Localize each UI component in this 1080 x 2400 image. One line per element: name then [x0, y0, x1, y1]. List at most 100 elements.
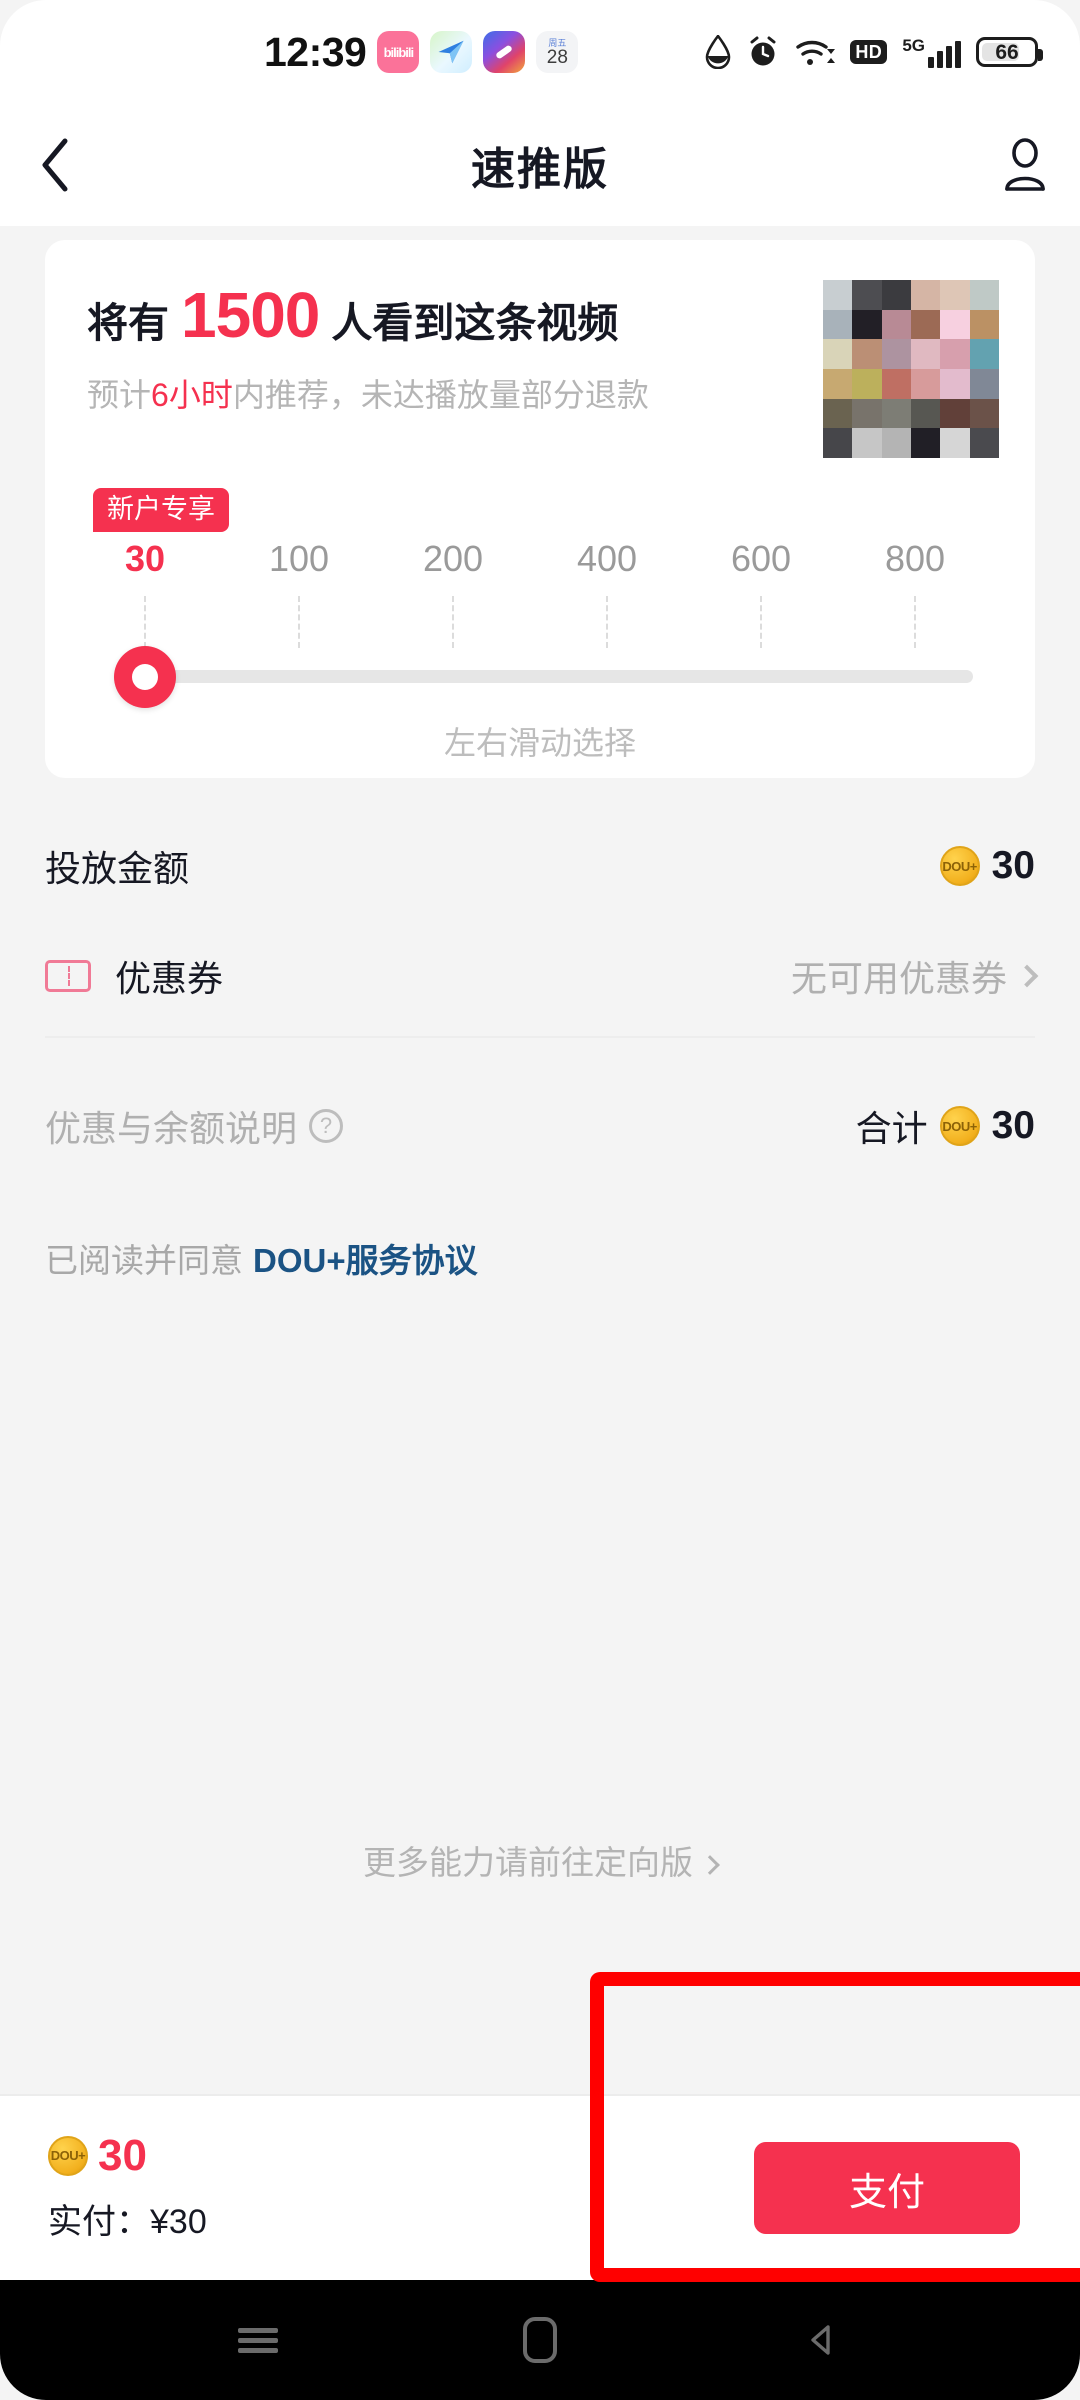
- slider-tick-800[interactable]: 800: [885, 538, 945, 580]
- chevron-right-icon: [1015, 964, 1039, 988]
- status-bar-left: 12:39 bilibili 周五 28: [264, 28, 579, 76]
- slider-tick-mark: [144, 596, 146, 648]
- thumbnail-pixel: [823, 309, 853, 340]
- coupon-value: 无可用优惠券: [790, 958, 1007, 999]
- back-button[interactable]: [0, 104, 110, 226]
- agreement-link[interactable]: DOU+服务协议: [253, 1242, 478, 1279]
- battery-icon: 66: [976, 37, 1043, 67]
- recents-button[interactable]: [230, 2312, 286, 2368]
- slider-tick-mark: [298, 596, 300, 648]
- main-content: 将有 1500 人看到这条视频 预计6小时内推荐，未达播放量部分退款 新户专享 …: [0, 226, 1080, 2214]
- gradient-app-icon: [483, 31, 526, 73]
- thumbnail-pixel: [969, 398, 999, 429]
- pay-summary: DOU+ 30 实付：¥30: [48, 2130, 207, 2243]
- pay-bar: DOU+ 30 实付：¥30 支付: [0, 2094, 1080, 2280]
- slider-tick-label: 800: [884, 538, 946, 579]
- thumbnail-pixel: [881, 428, 911, 458]
- calendar-day: 28: [546, 46, 568, 68]
- explain-total-row: 优惠与余额说明 ? 合计 DOU+ 30: [45, 1078, 1035, 1174]
- slider-hint: 左右滑动选择: [443, 725, 636, 761]
- battery-percent-label: 66: [995, 40, 1019, 64]
- thumbnail-pixel: [911, 398, 941, 429]
- paper-plane-app-icon: [430, 31, 473, 73]
- profile-button[interactable]: [970, 104, 1080, 226]
- android-nav-bar: [0, 2280, 1080, 2400]
- row-divider: [45, 1036, 1035, 1038]
- page-title: 速推版: [471, 145, 609, 194]
- spend-amount-value-group: DOU+ 30: [939, 844, 1035, 888]
- thumbnail-pixel: [940, 428, 970, 458]
- back-triangle-icon: [811, 2325, 830, 2355]
- status-bar-clock: 12:39: [264, 28, 367, 75]
- dou-plus-coin-icon: DOU+: [939, 1106, 980, 1146]
- reach-headline-suffix: 人看到这条视频: [331, 300, 619, 346]
- slider-tick-100[interactable]: 100: [269, 538, 329, 580]
- wifi-icon: [796, 40, 836, 65]
- alarm-clock-icon: [750, 36, 776, 66]
- pay-amount-value: 30: [98, 2130, 147, 2180]
- signal-bars: [928, 40, 961, 68]
- status-bar-right: HD 5G 66: [705, 35, 1043, 69]
- spend-amount-row: 投放金额 DOU+ 30: [45, 818, 1035, 914]
- thumbnail-pixel: [940, 398, 970, 429]
- slider-tick-mark: [452, 596, 455, 648]
- reach-subtext: 预计6小时内推荐，未达播放量部分退款: [87, 376, 823, 414]
- agreement-line: 已阅读并同意 DOU+服务协议: [45, 1234, 478, 1282]
- hd-icon: HD: [850, 40, 888, 64]
- back-button-nav[interactable]: [794, 2312, 850, 2368]
- slider-tick-400[interactable]: 400: [577, 538, 637, 580]
- coupon-label: 优惠券: [115, 958, 224, 999]
- slider-thumb[interactable]: [114, 646, 176, 708]
- reach-subtext-prefix: 预计: [87, 377, 152, 414]
- slider-tick-600[interactable]: 600: [731, 538, 791, 580]
- slider-tick-mark: [760, 596, 763, 648]
- person-icon: [1005, 138, 1045, 191]
- more-capabilities-link[interactable]: 更多能力请前往定向版: [0, 1836, 1080, 1884]
- thumbnail-pixel: [852, 428, 882, 458]
- coupon-value-group[interactable]: 无可用优惠券: [790, 950, 1039, 1002]
- reach-subtext-highlight: 6小时: [151, 377, 233, 414]
- thumbnail-pixel: [852, 280, 882, 310]
- thumbnail-pixel: [881, 398, 911, 429]
- video-thumbnail[interactable]: [823, 280, 999, 458]
- brush-glyph: [496, 45, 513, 59]
- slider-tick-200[interactable]: 200: [423, 538, 483, 580]
- thumbnail-pixel: [881, 309, 911, 340]
- home-button[interactable]: [512, 2312, 568, 2368]
- reach-headline: 将有 1500 人看到这条视频: [87, 280, 823, 351]
- slider-tick-label: 600: [730, 538, 792, 579]
- spend-amount-label: 投放金额: [45, 848, 190, 889]
- question-mark-icon[interactable]: ?: [309, 1109, 344, 1143]
- thumbnail-pixel: [911, 339, 941, 369]
- thumbnail-pixel: [969, 428, 999, 458]
- thumbnail-pixel: [969, 339, 999, 369]
- spend-amount-value: 30: [991, 844, 1035, 887]
- slider-track[interactable]: [145, 670, 973, 683]
- slider-tick-mark: [606, 596, 609, 648]
- pay-amount-group: DOU+ 30: [48, 2130, 207, 2180]
- thumbnail-pixel: [969, 368, 999, 399]
- coupon-ticket-icon: [45, 960, 91, 992]
- total-value: 30: [991, 1104, 1035, 1147]
- total-label: 合计: [855, 1108, 928, 1149]
- more-capabilities-label: 更多能力请前往定向版: [363, 1844, 693, 1881]
- dou-plus-coin-icon: DOU+: [939, 846, 980, 886]
- promo-card-top: 将有 1500 人看到这条视频 预计6小时内推荐，未达播放量部分退款: [45, 240, 1035, 458]
- app-header: 速推版: [0, 104, 1080, 226]
- thumbnail-pixel: [881, 339, 911, 369]
- cellular-signal-icon: 5G: [902, 37, 961, 68]
- agreement-prefix: 已阅读并同意: [45, 1242, 243, 1279]
- pay-button[interactable]: 支付: [754, 2142, 1020, 2234]
- slider-tick-30[interactable]: 30: [125, 538, 165, 580]
- thumbnail-pixel: [911, 428, 941, 458]
- thumbnail-pixel: [823, 280, 853, 310]
- slider-tick-label: 400: [576, 538, 638, 579]
- new-user-badge: 新户专享: [93, 488, 229, 532]
- amount-slider[interactable]: [45, 644, 1035, 708]
- coupon-row[interactable]: 优惠券 无可用优惠券: [45, 928, 1039, 1024]
- slider-tick-label: 30: [124, 538, 166, 579]
- status-bar: 12:39 bilibili 周五 28 HD 5G 66: [0, 0, 1080, 104]
- total-group: 合计 DOU+ 30: [856, 1100, 1035, 1152]
- explain-label[interactable]: 优惠与余额说明: [45, 1100, 297, 1152]
- promo-card: 将有 1500 人看到这条视频 预计6小时内推荐，未达播放量部分退款 新户专享 …: [45, 240, 1035, 778]
